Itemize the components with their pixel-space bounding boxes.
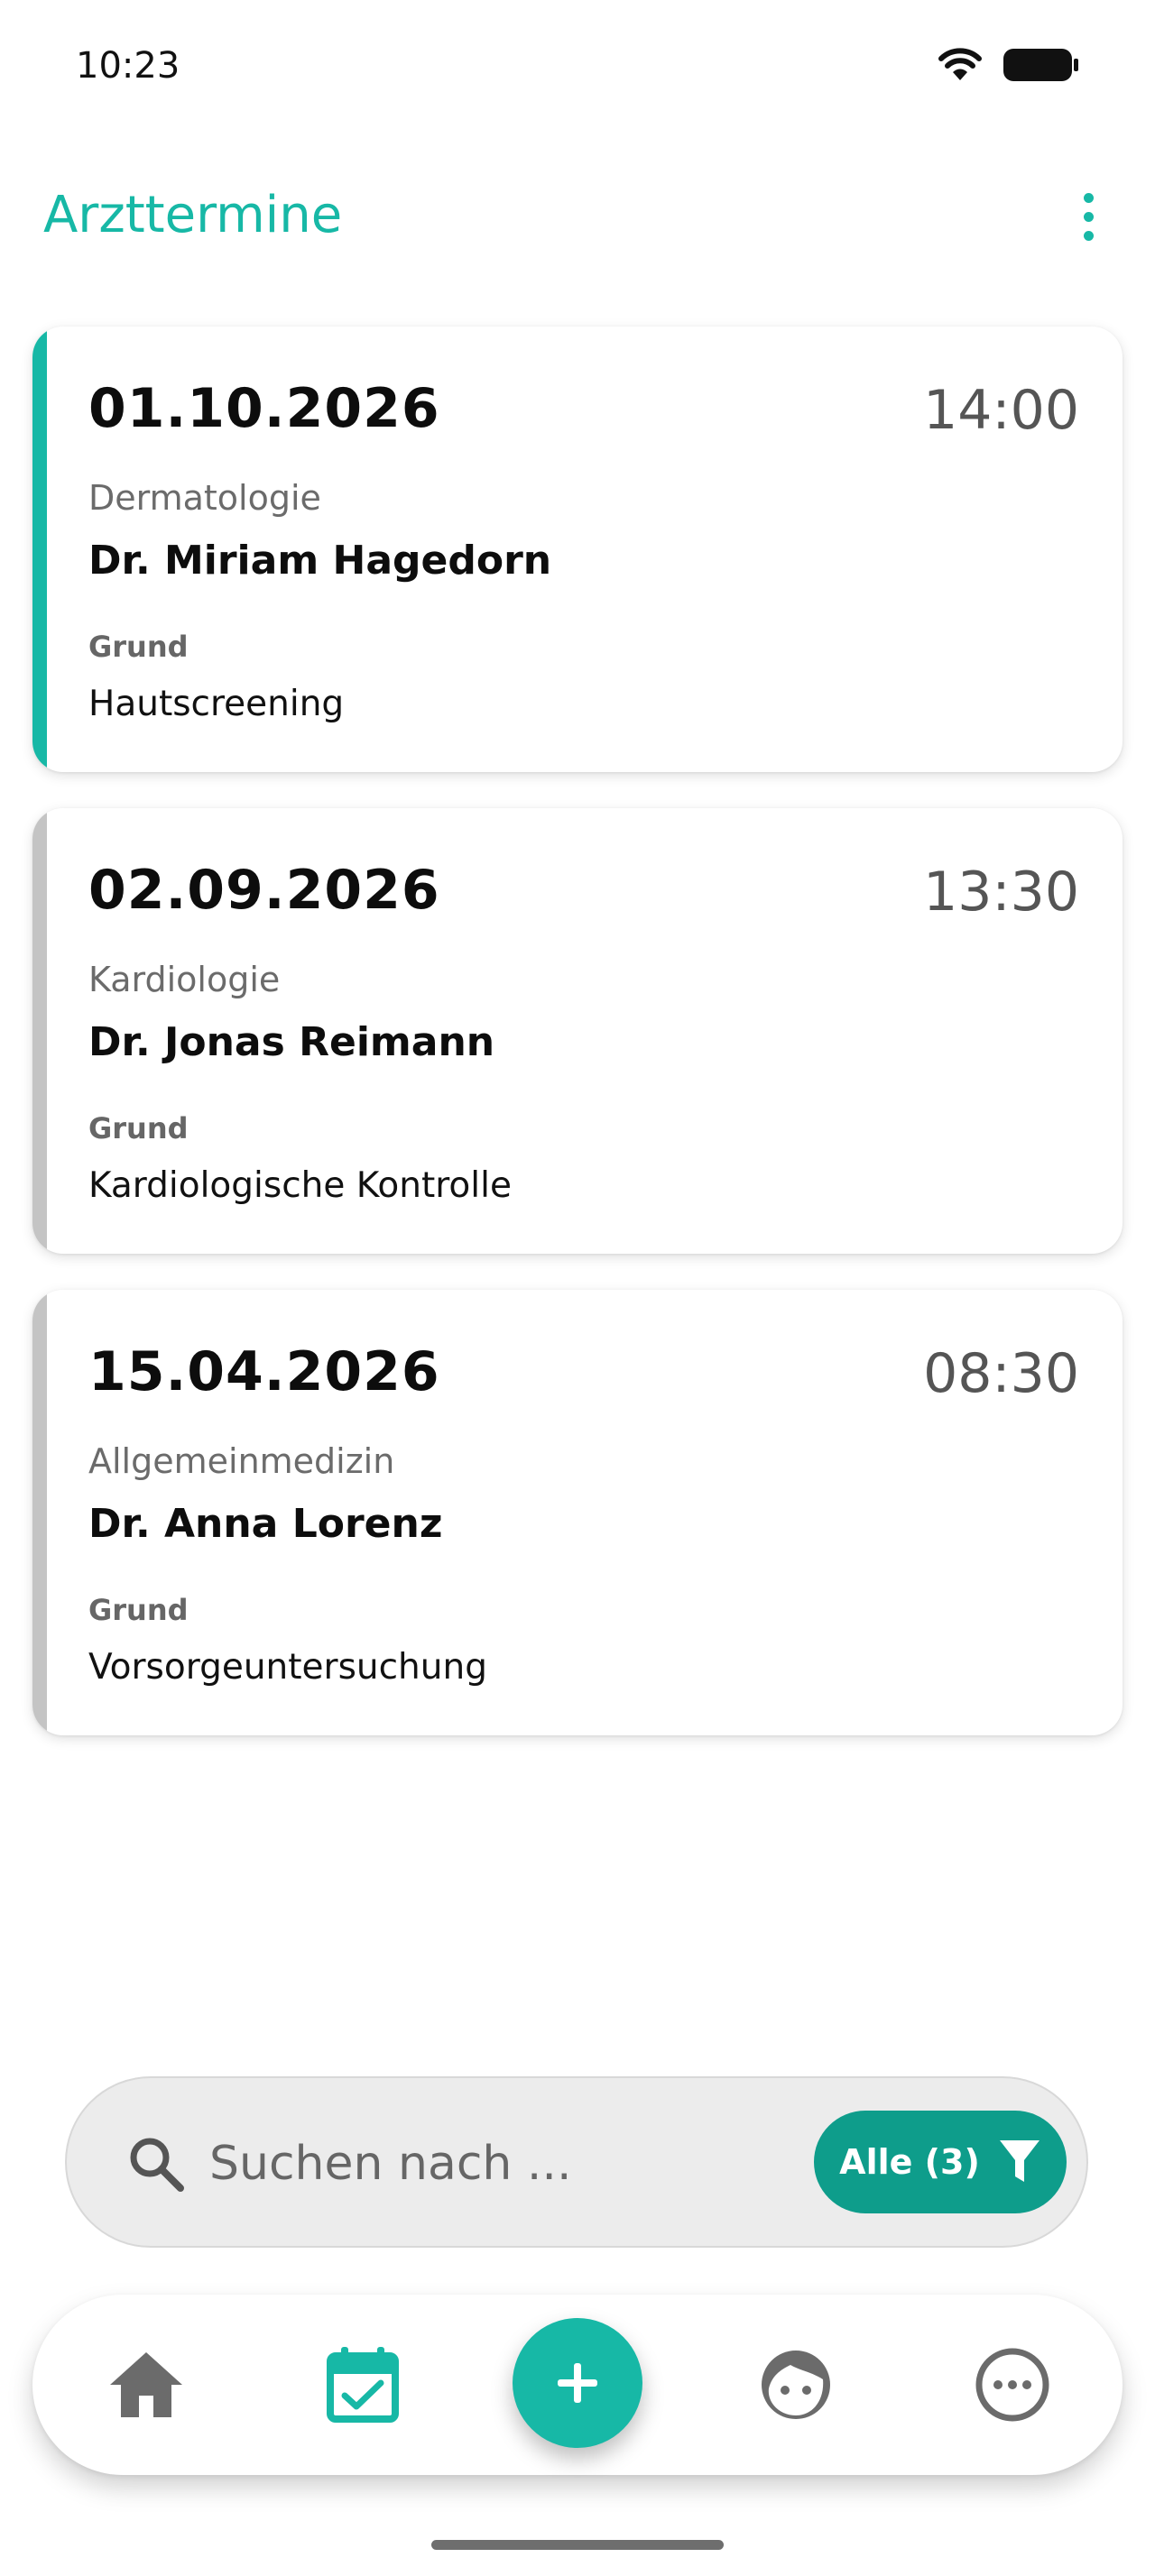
status-bar: 10:23	[0, 0, 1155, 135]
bottom-navigation	[32, 2295, 1123, 2475]
appointment-doctor: Dr. Miriam Hagedorn	[88, 538, 552, 584]
filter-button[interactable]: Alle (3)	[814, 2111, 1067, 2213]
battery-icon	[1003, 49, 1078, 81]
appointment-time: 08:30	[923, 1342, 1079, 1405]
appointment-date: 15.04.2026	[88, 1340, 440, 1403]
dot	[1083, 192, 1094, 203]
nav-home[interactable]	[101, 2340, 191, 2430]
dot	[1083, 211, 1094, 222]
face-icon	[762, 2351, 830, 2419]
card-accent-bar	[32, 808, 47, 1254]
appointment-reason: Hautscreening	[88, 684, 345, 724]
dot	[1083, 230, 1094, 241]
appointment-time: 14:00	[923, 379, 1079, 442]
status-time: 10:23	[76, 45, 180, 87]
wifi-icon	[938, 48, 982, 80]
appointment-department: Allgemeinmedizin	[88, 1441, 395, 1481]
add-appointment-button[interactable]	[513, 2318, 642, 2448]
search-bar: Alle (3)	[65, 2076, 1088, 2248]
filter-label: Alle (3)	[839, 2142, 980, 2182]
home-icon	[110, 2352, 182, 2417]
appointment-doctor: Dr. Anna Lorenz	[88, 1501, 443, 1547]
nav-profile[interactable]	[751, 2340, 841, 2430]
appointment-list: 01.10.2026 14:00 Dermatologie Dr. Miriam…	[32, 327, 1123, 1771]
appointment-doctor: Dr. Jonas Reimann	[88, 1019, 495, 1065]
search-icon	[130, 2138, 184, 2192]
card-accent-bar	[32, 327, 47, 772]
home-indicator	[431, 2540, 724, 2550]
appointment-card[interactable]: 02.09.2026 13:30 Kardiologie Dr. Jonas R…	[32, 808, 1123, 1254]
reason-label: Grund	[88, 1593, 189, 1627]
search-input[interactable]	[209, 2123, 787, 2204]
nav-more[interactable]	[967, 2340, 1058, 2430]
reason-label: Grund	[88, 1111, 189, 1145]
plus-icon	[558, 2363, 597, 2403]
appointment-department: Kardiologie	[88, 960, 281, 999]
appointment-date: 02.09.2026	[88, 859, 440, 922]
appointment-date: 01.10.2026	[88, 377, 440, 440]
appointment-reason: Vorsorgeuntersuchung	[88, 1647, 487, 1688]
appointment-card[interactable]: 01.10.2026 14:00 Dermatologie Dr. Miriam…	[32, 327, 1123, 772]
card-accent-bar	[32, 1290, 47, 1735]
appointment-card[interactable]: 15.04.2026 08:30 Allgemeinmedizin Dr. An…	[32, 1290, 1123, 1735]
filter-icon	[999, 2140, 1040, 2182]
calendar-check-icon	[327, 2347, 399, 2423]
appointment-time: 13:30	[923, 860, 1079, 924]
reason-label: Grund	[88, 630, 189, 664]
appointment-department: Dermatologie	[88, 478, 321, 518]
more-icon	[975, 2348, 1049, 2422]
nav-calendar[interactable]	[318, 2340, 408, 2430]
app-header: Arzttermine	[0, 171, 1155, 262]
page-title: Arzttermine	[43, 186, 343, 244]
appointment-reason: Kardiologische Kontrolle	[88, 1165, 512, 1206]
status-icons	[938, 47, 1079, 83]
overflow-menu-button[interactable]	[1061, 180, 1115, 253]
